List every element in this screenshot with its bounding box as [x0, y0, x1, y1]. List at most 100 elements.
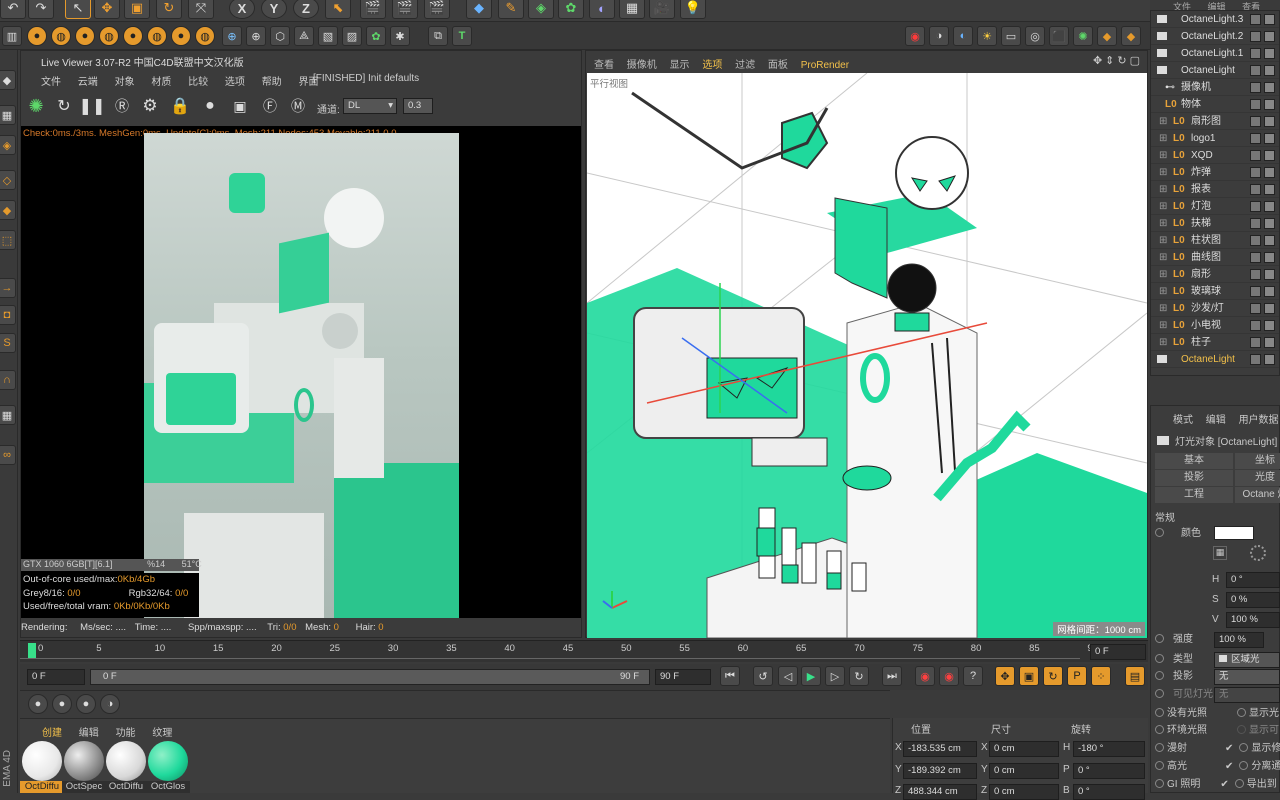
- mat-menu-texture[interactable]: 纹理: [152, 728, 172, 739]
- globe3-icon[interactable]: ⬡: [270, 26, 290, 46]
- material-ball-icon[interactable]: ●: [197, 95, 223, 117]
- go-end-icon[interactable]: ⏭: [882, 666, 902, 686]
- coord-b-rot[interactable]: 0 °: [1073, 784, 1145, 800]
- tag-icon[interactable]: [1264, 184, 1275, 195]
- tree-row[interactable]: ⊞ L0 灯泡: [1151, 198, 1279, 215]
- octane-sphere8-icon[interactable]: ◍: [195, 26, 215, 46]
- timeline-playhead[interactable]: [28, 643, 36, 659]
- tree-row[interactable]: ⊞ L0 扶梯: [1151, 215, 1279, 232]
- tree-row[interactable]: ⊞ L0 曲线图: [1151, 249, 1279, 266]
- lock-icon[interactable]: 🔒: [167, 95, 193, 117]
- mat-preview2-icon[interactable]: ●: [52, 694, 72, 714]
- attr-s-field[interactable]: 0 %: [1226, 592, 1280, 608]
- move-icon[interactable]: ✥: [94, 0, 120, 19]
- tree-row[interactable]: ⊞ L0 报表: [1151, 181, 1279, 198]
- visibility-toggle-icon[interactable]: [1250, 269, 1261, 280]
- mat-preview3-icon[interactable]: ●: [76, 694, 96, 714]
- coord-x-size[interactable]: 0 cm: [989, 741, 1059, 757]
- half2-icon[interactable]: ◐: [953, 26, 973, 46]
- lv-menu-cloud[interactable]: 云端: [78, 77, 98, 88]
- color-wheel-icon[interactable]: [1250, 545, 1266, 561]
- mat-preview4-icon[interactable]: ◑: [100, 694, 120, 714]
- expand-icon[interactable]: ⊞: [1159, 232, 1167, 249]
- tag-icon[interactable]: [1264, 235, 1275, 246]
- tree-row[interactable]: ⊞ L0 logo1: [1151, 130, 1279, 147]
- octane-sphere1-icon[interactable]: ●: [27, 26, 47, 46]
- attr-tab-basic[interactable]: 基本: [1155, 453, 1233, 469]
- vertex-icon[interactable]: ⟁: [294, 26, 314, 46]
- region-icon[interactable]: Ⓡ: [109, 95, 135, 117]
- attr-menu-userdata[interactable]: 用户数据: [1239, 415, 1279, 426]
- tag-icon[interactable]: [1264, 150, 1275, 161]
- pointer-icon[interactable]: ↖: [65, 0, 91, 19]
- tree-row[interactable]: OctaneLight: [1151, 62, 1279, 79]
- bulb2-icon[interactable]: ⬛: [1049, 26, 1069, 46]
- attr-diffuse-row[interactable]: 漫射 ✔ 显示修: [1155, 741, 1280, 757]
- vp-menu-display[interactable]: 显示: [670, 60, 690, 71]
- green-ring-icon[interactable]: ✺: [1073, 26, 1093, 46]
- expand-icon[interactable]: ⊞: [1159, 266, 1167, 283]
- mat-preview1-icon[interactable]: ●: [28, 694, 48, 714]
- expand-icon[interactable]: ⊞: [1159, 147, 1167, 164]
- attr-tab-project[interactable]: 工程: [1155, 487, 1233, 503]
- coord-p-rot[interactable]: 0 °: [1073, 763, 1145, 779]
- visibility-toggle-icon[interactable]: [1250, 14, 1261, 25]
- tag-icon[interactable]: [1264, 320, 1275, 331]
- visibility-toggle-icon[interactable]: [1250, 133, 1261, 144]
- attr-ambient-row[interactable]: 环境光照 显示可: [1155, 723, 1279, 739]
- attr-visible-select[interactable]: 无: [1214, 687, 1280, 703]
- redo-icon[interactable]: ↷: [28, 0, 54, 19]
- tag-icon[interactable]: [1264, 269, 1275, 280]
- viewport-nav-icons[interactable]: ✥⇕↻▢: [1093, 54, 1143, 67]
- pen-icon[interactable]: ✎: [498, 0, 524, 19]
- undo-icon[interactable]: ↶: [0, 0, 26, 19]
- pin-f-icon[interactable]: Ⓕ: [257, 95, 283, 117]
- tag-icon[interactable]: [1264, 354, 1275, 365]
- tree-row[interactable]: OctaneLight.2: [1151, 28, 1279, 45]
- globe-icon[interactable]: ⊕: [222, 26, 242, 46]
- octane-logo-icon[interactable]: ✺: [23, 95, 49, 117]
- tree-row[interactable]: ⊞ L0 沙发/灯: [1151, 300, 1279, 317]
- tool2-icon[interactable]: ⧉: [428, 26, 448, 46]
- channel-number[interactable]: 0.3: [403, 98, 433, 114]
- render-pic-icon[interactable]: 🎬: [392, 0, 418, 19]
- points-mode-icon[interactable]: ◈: [0, 135, 16, 155]
- attr-tab-octane[interactable]: Octane 灯: [1235, 487, 1280, 503]
- attr-intensity-field[interactable]: 100 %: [1214, 632, 1264, 648]
- expand-icon[interactable]: ⊞: [1159, 198, 1167, 215]
- film-icon[interactable]: ▤: [1125, 666, 1145, 686]
- attr-tab-shadow[interactable]: 投影: [1155, 470, 1233, 486]
- tree-row[interactable]: ⊞ L0 扇形图: [1151, 113, 1279, 130]
- rect-light-icon[interactable]: ▭: [1001, 26, 1021, 46]
- expand-icon[interactable]: ⊞: [1159, 130, 1167, 147]
- next-frame-icon[interactable]: ▷: [825, 666, 845, 686]
- tree-row[interactable]: ⊞ L0 炸弹: [1151, 164, 1279, 181]
- orange-cube2-icon[interactable]: ◆: [1121, 26, 1141, 46]
- visibility-toggle-icon[interactable]: [1250, 150, 1261, 161]
- visibility-toggle-icon[interactable]: [1250, 201, 1261, 212]
- visibility-toggle-icon[interactable]: [1250, 184, 1261, 195]
- menu-file[interactable]: 文件: [1173, 2, 1191, 10]
- expand-icon[interactable]: ⊞: [1159, 300, 1167, 317]
- floor-icon[interactable]: ▦: [619, 0, 645, 19]
- coord-x-pos[interactable]: -183.535 cm: [903, 741, 977, 757]
- channel-select[interactable]: DL ▾: [343, 98, 397, 114]
- key-move-icon[interactable]: ✥: [995, 666, 1015, 686]
- mesh-icon[interactable]: ▧: [318, 26, 338, 46]
- globe2-icon[interactable]: ⊕: [246, 26, 266, 46]
- visibility-toggle-icon[interactable]: [1250, 48, 1261, 59]
- go-start-icon[interactable]: ⏮: [720, 666, 740, 686]
- magnet-icon[interactable]: ∩: [0, 370, 16, 390]
- expand-icon[interactable]: ⊞: [1159, 334, 1167, 351]
- vp-menu-camera[interactable]: 摄像机: [627, 60, 657, 71]
- cursor-icon[interactable]: ⤧: [188, 0, 214, 19]
- expand-icon[interactable]: ⊞: [1159, 317, 1167, 334]
- visibility-toggle-icon[interactable]: [1250, 337, 1261, 348]
- tag-icon[interactable]: [1264, 82, 1275, 93]
- expand-icon[interactable]: ⊞: [1159, 283, 1167, 300]
- menu-view[interactable]: 查看: [1242, 2, 1260, 10]
- visibility-toggle-icon[interactable]: [1250, 252, 1261, 263]
- pause-icon[interactable]: ❚❚: [79, 95, 106, 117]
- visibility-toggle-icon[interactable]: [1250, 65, 1261, 76]
- tag-icon[interactable]: [1264, 133, 1275, 144]
